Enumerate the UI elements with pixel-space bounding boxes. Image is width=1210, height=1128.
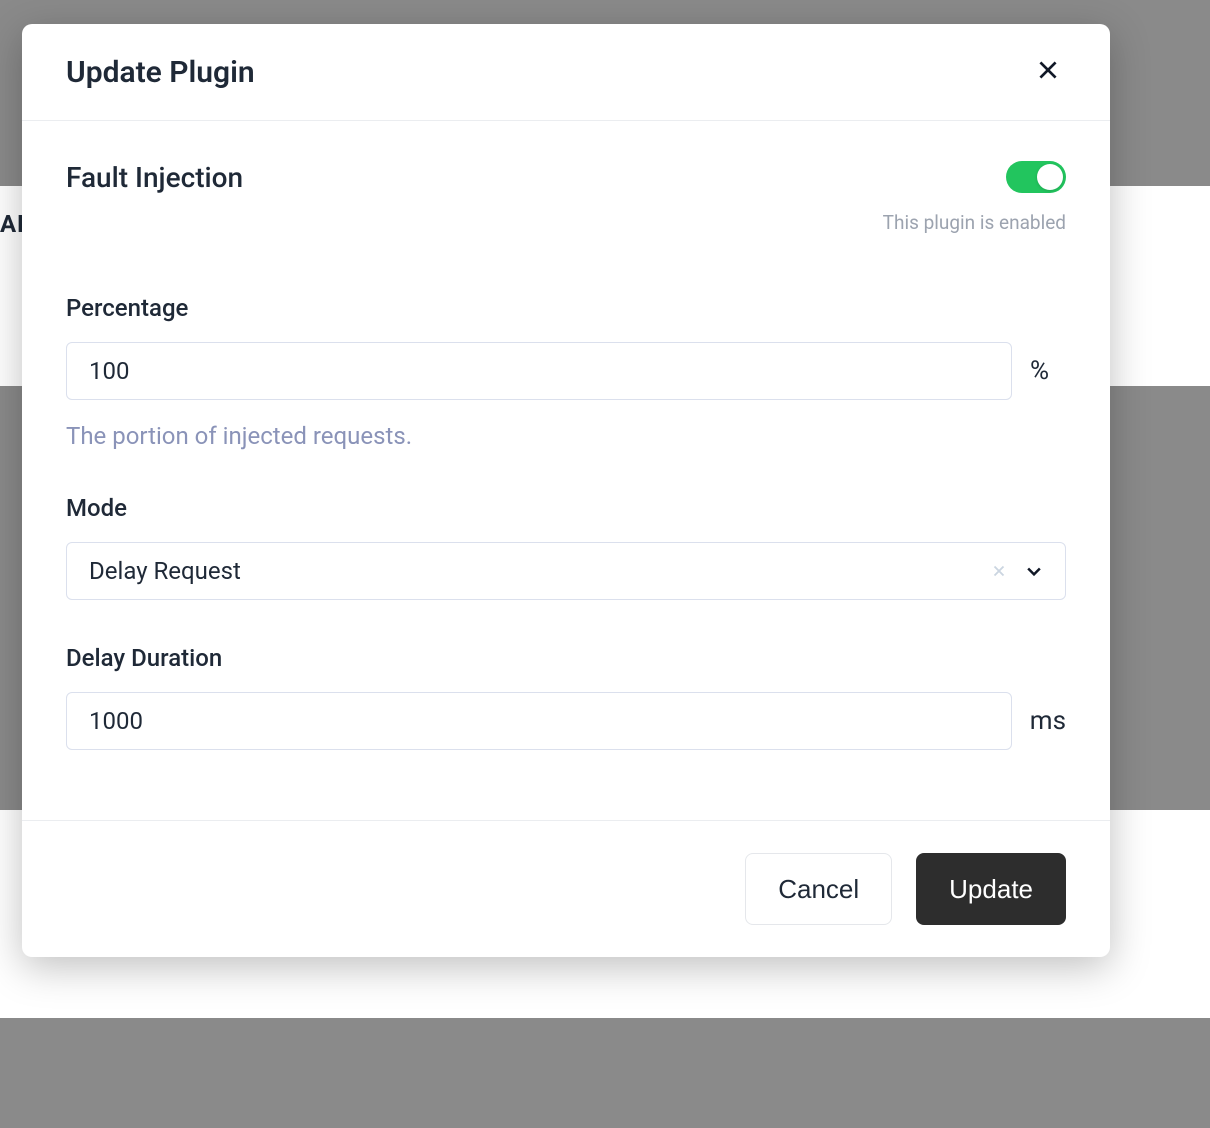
delay-duration-input-row: ms bbox=[66, 692, 1066, 750]
percentage-input[interactable] bbox=[66, 342, 1012, 400]
delay-duration-field: Delay Duration ms bbox=[66, 644, 1066, 750]
percentage-label: Percentage bbox=[66, 294, 1066, 322]
percentage-input-row: % bbox=[66, 342, 1066, 400]
modal-footer: Cancel Update bbox=[22, 821, 1110, 957]
modal-body: Fault Injection This plugin is enabled P… bbox=[22, 121, 1110, 821]
mode-select-wrap: Delay Request bbox=[66, 542, 1066, 600]
close-button[interactable] bbox=[1030, 54, 1066, 90]
cancel-button[interactable]: Cancel bbox=[745, 853, 892, 925]
mode-field: Mode Delay Request bbox=[66, 494, 1066, 600]
clear-icon[interactable] bbox=[990, 562, 1008, 580]
delay-duration-input[interactable] bbox=[66, 692, 1012, 750]
plugin-name: Fault Injection bbox=[66, 161, 243, 194]
update-button[interactable]: Update bbox=[916, 853, 1066, 925]
plugin-enabled-hint: This plugin is enabled bbox=[883, 211, 1066, 234]
percentage-field: Percentage % The portion of injected req… bbox=[66, 294, 1066, 450]
update-plugin-modal: Update Plugin Fault Injection This plugi… bbox=[22, 24, 1110, 957]
mode-label: Mode bbox=[66, 494, 1066, 522]
delay-duration-suffix: ms bbox=[1030, 706, 1066, 736]
modal-header: Update Plugin bbox=[22, 24, 1110, 121]
chevron-down-icon[interactable] bbox=[1024, 561, 1044, 581]
percentage-suffix: % bbox=[1030, 356, 1066, 386]
percentage-hint: The portion of injected requests. bbox=[66, 422, 1066, 450]
close-icon bbox=[1035, 57, 1061, 87]
delay-duration-label: Delay Duration bbox=[66, 644, 1066, 672]
mode-select[interactable]: Delay Request bbox=[66, 542, 1066, 600]
toggle-column: This plugin is enabled bbox=[883, 161, 1066, 234]
modal-title: Update Plugin bbox=[66, 55, 255, 90]
select-icons bbox=[990, 542, 1066, 600]
plugin-header-row: Fault Injection This plugin is enabled bbox=[66, 161, 1066, 234]
toggle-knob bbox=[1037, 164, 1063, 190]
mode-select-value: Delay Request bbox=[89, 557, 241, 585]
plugin-enabled-toggle[interactable] bbox=[1006, 161, 1066, 193]
